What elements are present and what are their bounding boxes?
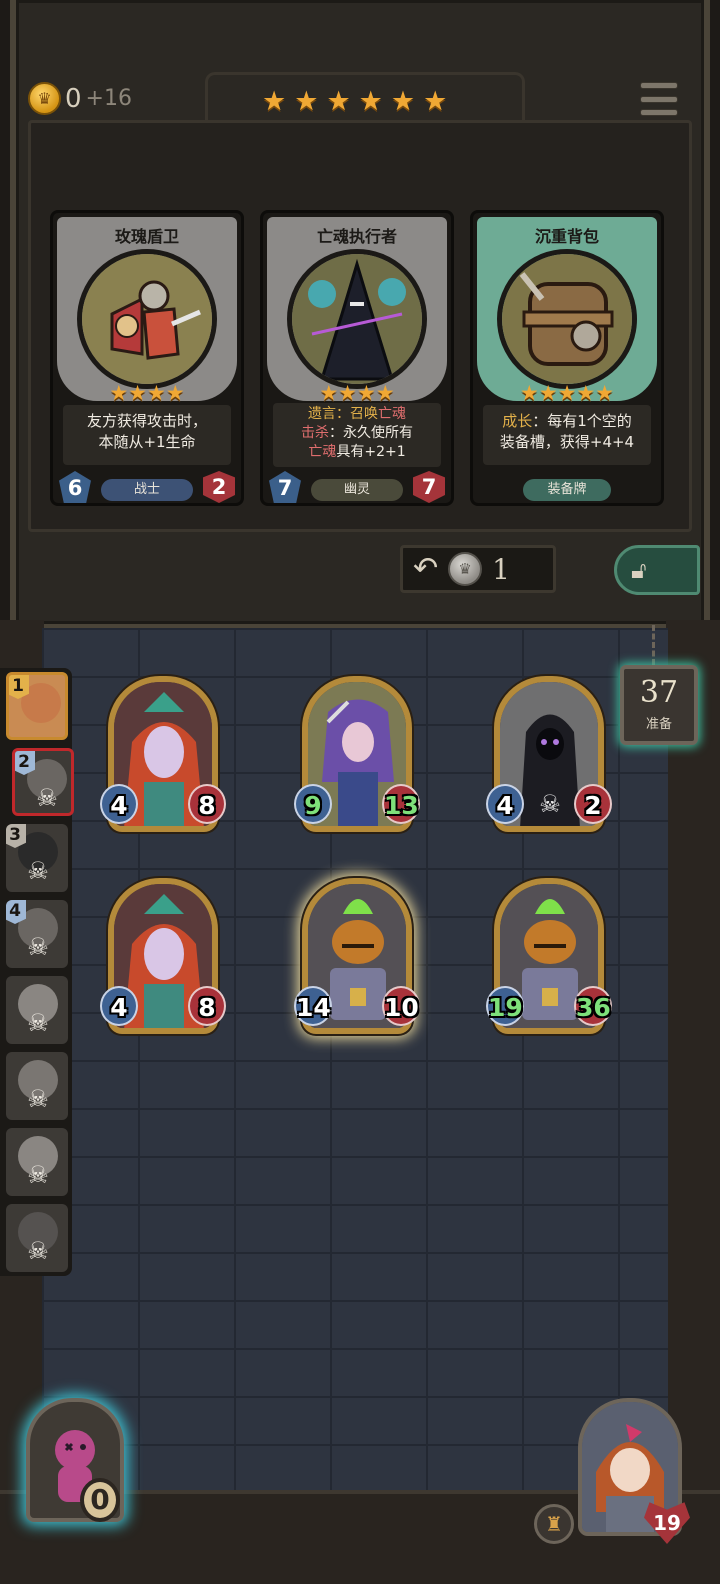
- star-icon: ★: [390, 86, 416, 117]
- card-description: 成长：每有1个空的 装备槽，获得+4+4: [483, 405, 651, 465]
- tavern-tier-stars: ★ ★ ★ ★ ★ ★: [262, 88, 447, 116]
- card-description: 遗言：召唤亡魂 击杀：永久使所有 亡魂具有+2+1: [273, 403, 441, 467]
- minion-attack: 14: [294, 986, 332, 1026]
- minion-attack: 4: [100, 784, 138, 824]
- skull-icon: ☠: [27, 857, 49, 885]
- tavern-upgrade-icon[interactable]: ♜: [534, 1504, 574, 1544]
- shop-card-soul-executioner[interactable]: 亡魂执行者 ★★★★ 遗言：召唤亡魂 击杀：永久使所有 亡魂具有+2+1 7 幽…: [260, 210, 454, 506]
- card-stars: ★★★★: [319, 381, 395, 405]
- star-icon: ★: [326, 86, 351, 117]
- minion-attack: 4: [486, 784, 524, 824]
- hamburger-menu-icon[interactable]: [640, 82, 678, 116]
- card-attack: 6: [59, 471, 91, 503]
- skull-icon: ☠: [27, 1237, 49, 1265]
- opponent-slot-8[interactable]: ☠: [6, 1204, 68, 1272]
- card-name: 玫瑰盾卫: [114, 227, 179, 246]
- crown-coin-icon: ♛: [448, 552, 483, 586]
- star-icon: ★: [423, 86, 448, 117]
- minion-health: 8: [188, 784, 226, 824]
- star-icon: ★: [294, 86, 319, 117]
- gold-display: ♛ 0 +16: [28, 82, 132, 115]
- card-attack: 7: [269, 471, 301, 503]
- skull-icon: ☠: [27, 1161, 49, 1189]
- opponent-slot-4[interactable]: 4 ☠: [6, 900, 68, 968]
- prep-label: 准备: [645, 717, 672, 732]
- refresh-arrow-icon: ↶: [413, 551, 439, 586]
- opponent-slot-5[interactable]: ☠: [6, 976, 68, 1044]
- star-icon: ★: [358, 86, 383, 117]
- minion-attack: 9: [294, 784, 332, 824]
- hero-power-count: 0: [80, 1478, 120, 1522]
- card-name: 亡魂执行者: [316, 227, 397, 246]
- lock-shop-button[interactable]: 🔓︎: [614, 545, 700, 595]
- board-minion-hooded-ghost[interactable]: ☠ 4 2: [486, 676, 612, 836]
- card-name: 沉重背包: [534, 227, 599, 246]
- opponent-rank: 2: [15, 751, 35, 775]
- opponent-rank: 1: [9, 675, 29, 699]
- minion-attack: 19: [486, 986, 524, 1026]
- opponent-slot-3[interactable]: 3 ☠: [6, 824, 68, 892]
- board-minion-pumpkin-golem-2[interactable]: 19 36: [486, 878, 612, 1038]
- prep-count: 37: [639, 675, 679, 710]
- card-tribe: 装备牌: [523, 479, 611, 501]
- gold-value: 0: [65, 83, 82, 114]
- shop-card-rose-shield-guard[interactable]: 玫瑰盾卫 ★★★★ 友方获得攻击时， 本随从+1生命 6 战士 2: [50, 210, 244, 506]
- opponent-slot-7[interactable]: ☠: [6, 1128, 68, 1196]
- padlock-icon: 🔓︎: [631, 556, 647, 584]
- minion-attack: 4: [100, 986, 138, 1026]
- board-minion-priestess[interactable]: 9 13: [294, 676, 420, 836]
- minion-health: 13: [382, 784, 420, 824]
- minion-health: 8: [188, 986, 226, 1026]
- card-tribe: 幽灵: [311, 479, 403, 501]
- card-portrait: [497, 249, 637, 389]
- opponent-slot-1[interactable]: 1: [6, 672, 68, 740]
- star-icon: ★: [262, 86, 287, 117]
- crown-coin-icon: ♛: [28, 82, 61, 115]
- svg-text:☠: ☠: [539, 790, 561, 818]
- card-health: 7: [413, 471, 445, 503]
- gold-income: +16: [85, 86, 132, 111]
- board-minion-pumpkin-golem[interactable]: 14 10: [294, 878, 420, 1038]
- board-minion-rose-maiden-2[interactable]: 4 8: [100, 878, 226, 1038]
- skull-icon: ☠: [36, 784, 58, 812]
- card-portrait: [77, 249, 217, 389]
- opponent-list: 1 2 ☠ 3 ☠ 4 ☠ ☠ ☠ ☠ ☠: [0, 668, 74, 1276]
- card-portrait: [287, 249, 427, 389]
- opponent-slot-2[interactable]: 2 ☠: [12, 748, 74, 816]
- refresh-cost: 1: [492, 552, 510, 586]
- card-description: 友方获得攻击时， 本随从+1生命: [63, 405, 231, 465]
- card-stars: ★★★★: [109, 381, 185, 405]
- skull-icon: ☠: [27, 1085, 49, 1113]
- refresh-shop-button[interactable]: ↶ ♛ 1: [400, 545, 556, 593]
- minion-health: 2: [574, 784, 612, 824]
- opponent-slot-6[interactable]: ☠: [6, 1052, 68, 1120]
- skull-icon: ☠: [27, 1009, 49, 1037]
- card-tribe: 战士: [101, 479, 193, 501]
- minion-health: 10: [382, 986, 420, 1026]
- skull-icon: ☠: [27, 933, 49, 961]
- chain: [652, 625, 664, 665]
- board-minion-rose-maiden[interactable]: 4 8: [100, 676, 226, 836]
- card-health: 2: [203, 471, 235, 503]
- prep-counter[interactable]: 37 准备: [620, 665, 698, 745]
- shop-card-heavy-backpack[interactable]: 沉重背包 ★★★★★ 成长：每有1个空的 装备槽，获得+4+4 装备牌: [470, 210, 664, 506]
- minion-health: 36: [574, 986, 612, 1026]
- card-stars: ★★★★★: [519, 381, 615, 405]
